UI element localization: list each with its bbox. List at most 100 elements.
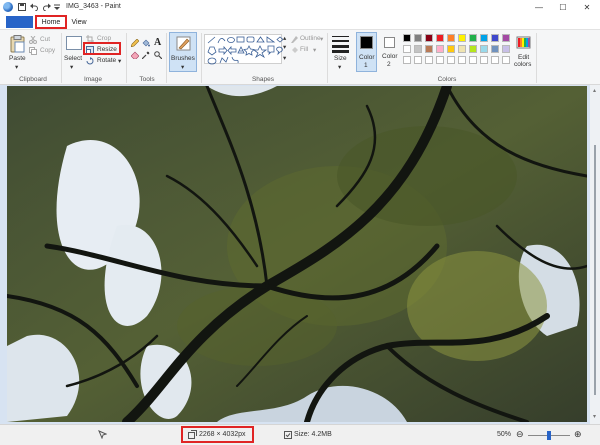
image-group-label: Image (83, 76, 103, 83)
palette-swatch[interactable] (425, 45, 433, 53)
palette-swatch[interactable] (436, 56, 444, 64)
scrollbar-thumb[interactable] (594, 145, 596, 395)
zoom-out-button[interactable]: ⊖ (516, 429, 524, 440)
cut-icon (29, 35, 37, 44)
palette-swatch[interactable] (502, 56, 510, 64)
palette-swatch[interactable] (491, 45, 499, 53)
rotate-dropdown-icon[interactable]: ▾ (118, 57, 121, 65)
select-dropdown-icon[interactable]: ▾ (70, 63, 73, 71)
size-icon[interactable] (332, 35, 349, 53)
color1-label: Color (359, 54, 375, 61)
rotate-icon (86, 57, 94, 65)
vertical-scrollbar[interactable]: ▴ ▾ (590, 85, 600, 424)
palette-swatch[interactable] (469, 45, 477, 53)
maximize-button[interactable]: ☐ (552, 0, 574, 14)
edit-colors-label-1[interactable]: Edit (518, 54, 529, 61)
customize-icon[interactable] (54, 2, 60, 12)
save-icon[interactable] (18, 2, 26, 12)
palette-swatch[interactable] (480, 56, 488, 64)
image-canvas[interactable] (7, 86, 587, 422)
palette-swatch[interactable] (447, 56, 455, 64)
scroll-down-icon[interactable]: ▾ (593, 413, 596, 420)
fill-button[interactable]: Fill (300, 46, 308, 53)
edit-colors-label-2[interactable]: colors (514, 61, 531, 68)
status-bar: 2268 × 4032px Size: 4.2MB 50% ⊖ ⊕ (0, 424, 600, 445)
palette-swatch[interactable] (414, 45, 422, 53)
palette-swatch[interactable] (480, 34, 488, 42)
select-icon[interactable] (66, 36, 82, 50)
palette-swatch[interactable] (469, 34, 477, 42)
rotate-button[interactable]: Rotate (97, 57, 116, 64)
color1-button[interactable]: Color 1 (356, 32, 377, 72)
palette-swatch[interactable] (458, 34, 466, 42)
palette-swatch[interactable] (447, 45, 455, 53)
ribbon-separator (166, 33, 167, 83)
palette-swatch[interactable] (425, 34, 433, 42)
outline-button[interactable]: Outline (300, 35, 321, 42)
tab-view[interactable]: View (68, 16, 90, 28)
cursor-position-icon (98, 430, 108, 440)
ribbon-separator (61, 33, 62, 83)
outline-dropdown-icon[interactable]: ▾ (320, 35, 323, 43)
copy-button[interactable]: Copy (40, 47, 55, 54)
close-button[interactable]: ✕ (576, 0, 598, 14)
ribbon-separator (126, 33, 127, 83)
text-tool-icon[interactable]: A (154, 37, 161, 48)
edit-colors-icon[interactable] (516, 35, 531, 50)
color2-button[interactable]: Color 2 (380, 32, 401, 72)
copy-icon (29, 47, 37, 55)
cut-button[interactable]: Cut (40, 36, 50, 43)
fill-bucket-icon[interactable] (142, 39, 150, 47)
zoom-in-button[interactable]: ⊕ (574, 429, 582, 440)
palette-swatch[interactable] (491, 34, 499, 42)
brushes-dropdown-icon: ▾ (181, 64, 185, 71)
palette-swatch[interactable] (436, 45, 444, 53)
palette-swatch[interactable] (414, 56, 422, 64)
eraser-icon[interactable] (130, 51, 140, 60)
tools-group-label: Tools (139, 76, 155, 83)
canvas-area (0, 85, 600, 424)
palette-swatch[interactable] (447, 34, 455, 42)
palette-swatch[interactable] (414, 34, 422, 42)
palette-swatch[interactable] (403, 56, 411, 64)
shapes-scroll-icon[interactable]: ▴ (283, 34, 286, 42)
paste-dropdown-icon[interactable]: ▾ (15, 63, 18, 71)
paste-button[interactable] (10, 35, 26, 53)
size-button[interactable]: Size (334, 55, 347, 62)
palette-swatch[interactable] (403, 34, 411, 42)
color-picker-icon[interactable] (141, 51, 150, 60)
resize-highlight (83, 42, 121, 55)
palette-swatch[interactable] (491, 56, 499, 64)
palette-swatch[interactable] (480, 45, 488, 53)
palette-swatch[interactable] (436, 34, 444, 42)
magnifier-icon[interactable] (154, 51, 163, 60)
file-menu-tab[interactable] (6, 16, 33, 28)
crop-button[interactable]: Crop (97, 35, 111, 42)
palette-swatch[interactable] (458, 56, 466, 64)
palette-swatch[interactable] (403, 45, 411, 53)
size-dropdown-icon[interactable]: ▾ (338, 63, 341, 71)
palette-swatch[interactable] (502, 45, 510, 53)
palette-swatch[interactable] (502, 34, 510, 42)
fill-dropdown-icon[interactable]: ▾ (313, 46, 316, 54)
color2-number: 2 (387, 61, 391, 68)
shapes-more-icon[interactable]: ▾ (283, 54, 286, 62)
paint-app-icon (3, 2, 13, 12)
palette-swatch[interactable] (425, 56, 433, 64)
select-button[interactable]: Select (64, 55, 82, 62)
brushes-label: Brushes (171, 55, 195, 62)
shapes-scroll-down-icon[interactable]: ▾ (283, 43, 286, 51)
file-size-icon (284, 431, 292, 439)
pencil-icon[interactable] (130, 38, 140, 48)
minimize-button[interactable]: — (528, 0, 550, 14)
scroll-up-icon[interactable]: ▴ (593, 87, 596, 94)
brushes-button[interactable]: Brushes ▾ (169, 32, 197, 72)
redo-icon[interactable] (42, 2, 51, 12)
palette-swatch[interactable] (458, 45, 466, 53)
shapes-gallery[interactable] (204, 34, 284, 65)
window-title: IMG_3463 - Paint (66, 3, 121, 10)
zoom-slider-thumb[interactable] (547, 431, 551, 440)
palette-swatch[interactable] (469, 56, 477, 64)
undo-icon[interactable] (30, 2, 39, 12)
color1-number: 1 (364, 62, 368, 69)
